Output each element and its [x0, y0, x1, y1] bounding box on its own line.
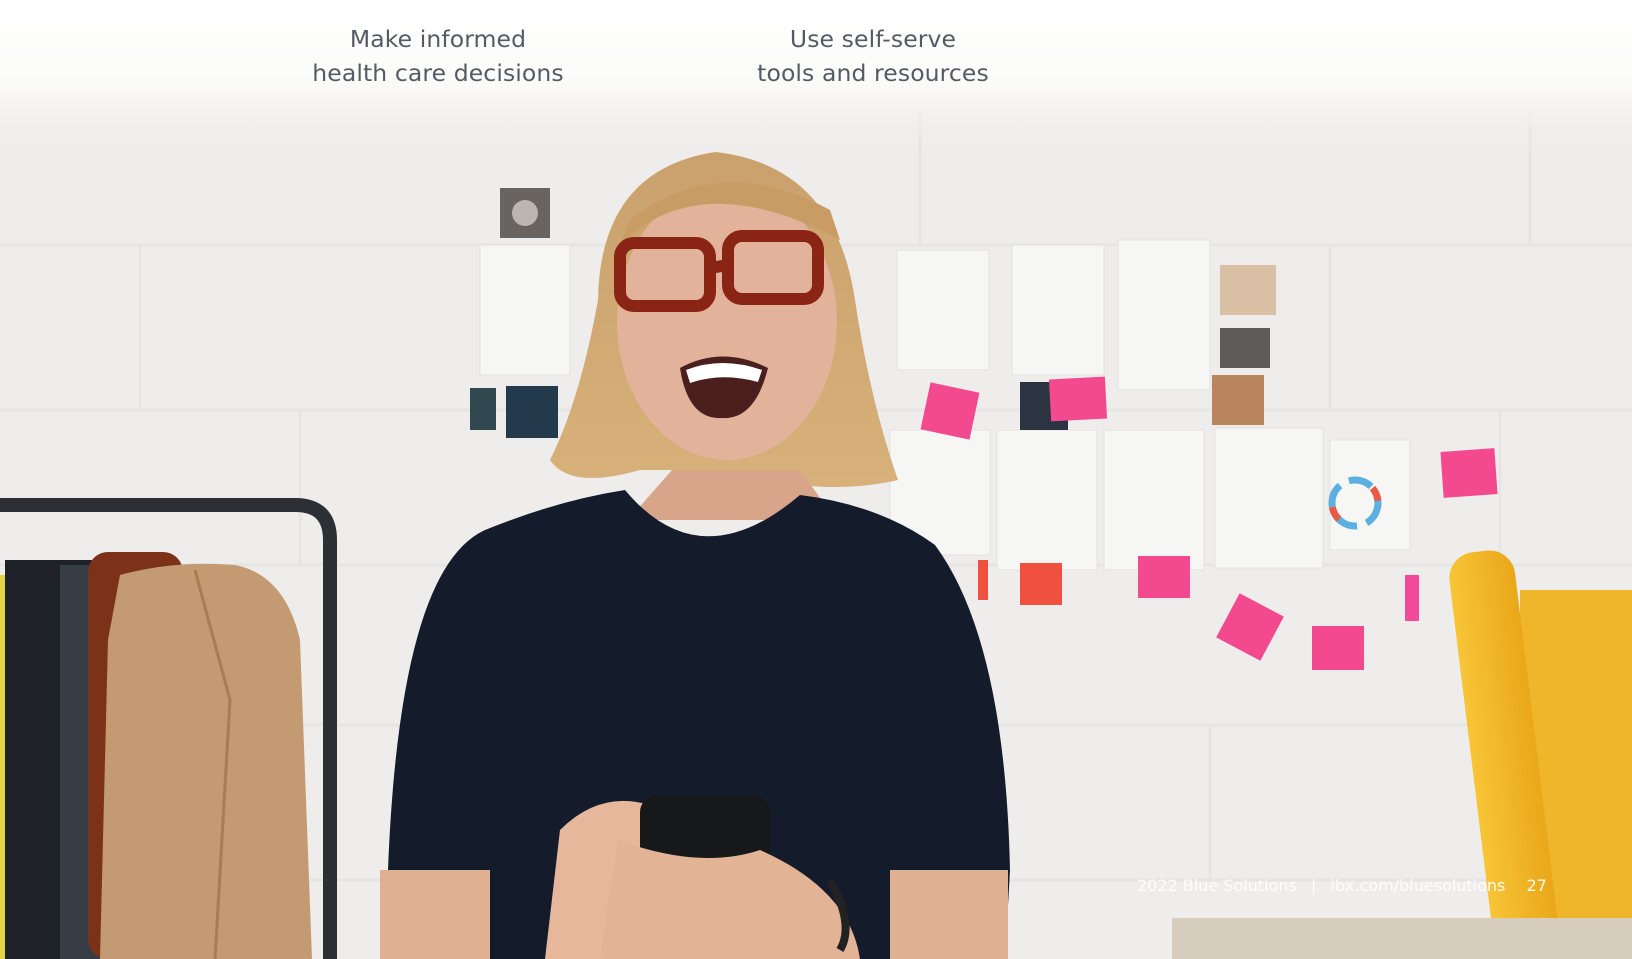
caption-line: health care decisions — [312, 59, 564, 87]
page-footer: 2022 Blue Solutions | ibx.com/bluesoluti… — [1137, 875, 1547, 897]
caption-line: tools and resources — [757, 59, 989, 87]
caption-line: Use self-serve — [789, 25, 957, 53]
publication-title: 2022 Blue Solutions — [1137, 876, 1297, 895]
desk-surface — [1172, 918, 1632, 959]
caption-self-serve-tools: Use self-serve tools and resources — [723, 22, 1023, 90]
footer-url[interactable]: ibx.com/bluesolutions — [1330, 876, 1505, 895]
page-number: 27 — [1526, 876, 1547, 895]
footer-separator: | — [1310, 876, 1317, 895]
background-photo — [0, 0, 1632, 959]
caption-line: Make informed — [349, 25, 527, 53]
caption-informed-decisions: Make informed health care decisions — [288, 22, 588, 90]
